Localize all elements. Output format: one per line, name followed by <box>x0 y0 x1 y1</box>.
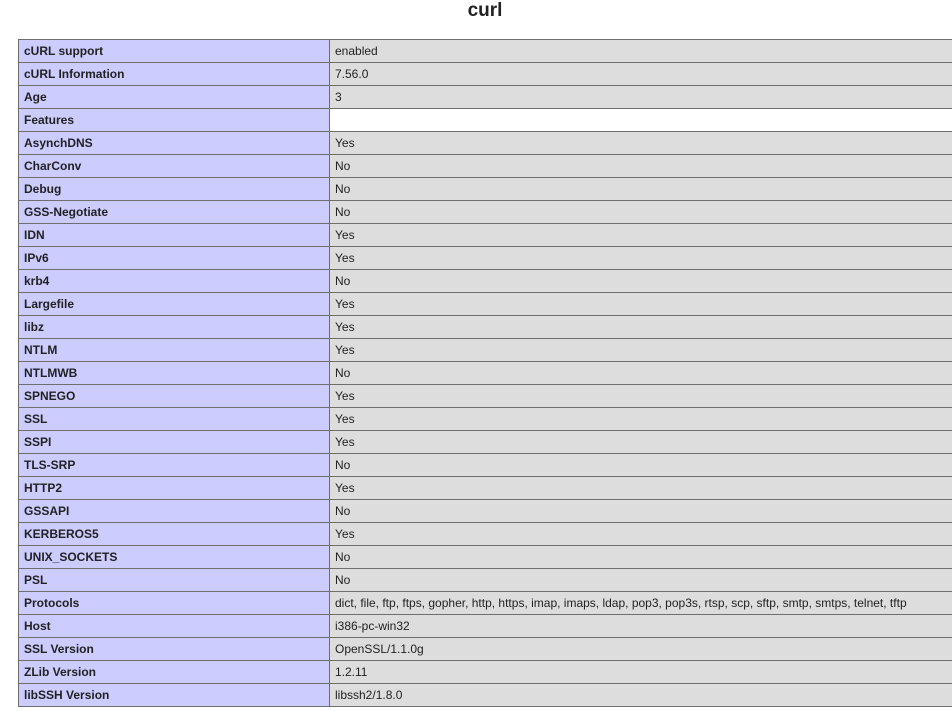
row-key: AsynchDNS <box>18 131 330 155</box>
row-value: 3 <box>329 85 952 109</box>
table-row: NTLM Yes <box>18 338 952 362</box>
table-row: cURL Information 7.56.0 <box>18 62 952 86</box>
table-row: IPv6 Yes <box>18 246 952 270</box>
row-key: UNIX_SOCKETS <box>18 545 330 569</box>
row-value: libssh2/1.8.0 <box>329 683 952 707</box>
row-key: Features <box>18 108 330 132</box>
row-value: Yes <box>329 430 952 454</box>
table-row: Host i386-pc-win32 <box>18 614 952 638</box>
section-title: curl <box>467 0 503 21</box>
row-value: enabled <box>329 39 952 63</box>
row-key: libz <box>18 315 330 339</box>
row-key: NTLM <box>18 338 330 362</box>
row-value: Yes <box>329 131 952 155</box>
row-key: SPNEGO <box>18 384 330 408</box>
row-key: PSL <box>18 568 330 592</box>
table-row: IDN Yes <box>18 223 952 247</box>
row-value: dict, file, ftp, ftps, gopher, http, htt… <box>329 591 952 615</box>
table-body: cURL support enabled cURL Information 7.56.… <box>18 39 952 707</box>
row-value: Yes <box>329 476 952 500</box>
row-key: IDN <box>18 223 330 247</box>
table-row: ZLib Version 1.2.11 <box>18 660 952 684</box>
row-value: No <box>329 361 952 385</box>
table-row: Age 3 <box>18 85 952 109</box>
table-row: libz Yes <box>18 315 952 339</box>
table-row: SSPI Yes <box>18 430 952 454</box>
table-row: libSSH Version libssh2/1.8.0 <box>18 683 952 707</box>
row-key: Protocols <box>18 591 330 615</box>
row-key: HTTP2 <box>18 476 330 500</box>
row-key: SSL Version <box>18 637 330 661</box>
row-key: ZLib Version <box>18 660 330 684</box>
row-value: Yes <box>329 292 952 316</box>
row-value: Yes <box>329 246 952 270</box>
row-key: GSS-Negotiate <box>18 200 330 224</box>
row-value: 1.2.11 <box>329 660 952 684</box>
phpinfo-curl-section: curl cURL support enabled cURL Information… <box>0 0 952 711</box>
row-value: 7.56.0 <box>329 62 952 86</box>
table-row: AsynchDNS Yes <box>18 131 952 155</box>
row-key: libSSH Version <box>18 683 330 707</box>
row-key: SSPI <box>18 430 330 454</box>
row-key: Largefile <box>18 292 330 316</box>
table-row: KERBEROS5 Yes <box>18 522 952 546</box>
row-key: IPv6 <box>18 246 330 270</box>
table-row: HTTP2 Yes <box>18 476 952 500</box>
table-row: Features <box>18 108 952 132</box>
row-value: No <box>329 177 952 201</box>
table-row: UNIX_SOCKETS No <box>18 545 952 569</box>
table-row: Largefile Yes <box>18 292 952 316</box>
row-value: Yes <box>329 384 952 408</box>
row-key: cURL Information <box>18 62 330 86</box>
row-key: TLS-SRP <box>18 453 330 477</box>
row-value: No <box>329 154 952 178</box>
row-value: No <box>329 200 952 224</box>
row-value: Yes <box>329 407 952 431</box>
row-key: cURL support <box>18 39 330 63</box>
row-value: No <box>329 269 952 293</box>
table-row: Protocols dict, file, ftp, ftps, gopher, … <box>18 591 952 615</box>
table-row: GSS-Negotiate No <box>18 200 952 224</box>
row-key: NTLMWB <box>18 361 330 385</box>
row-value: Yes <box>329 522 952 546</box>
table-row: GSSAPI No <box>18 499 952 523</box>
row-key: krb4 <box>18 269 330 293</box>
row-value: Yes <box>329 315 952 339</box>
table-row: CharConv No <box>18 154 952 178</box>
table-row: SPNEGO Yes <box>18 384 952 408</box>
table-row: krb4 No <box>18 269 952 293</box>
table-row: SSL Yes <box>18 407 952 431</box>
table-row: TLS-SRP No <box>18 453 952 477</box>
table-row: NTLMWB No <box>18 361 952 385</box>
row-value <box>329 108 952 132</box>
row-value: No <box>329 453 952 477</box>
table-row: PSL No <box>18 568 952 592</box>
row-value: No <box>329 545 952 569</box>
row-key: Age <box>18 85 330 109</box>
row-value: OpenSSL/1.1.0g <box>329 637 952 661</box>
row-value: No <box>329 499 952 523</box>
table-row: SSL Version OpenSSL/1.1.0g <box>18 637 952 661</box>
curl-info-table: cURL support enabled cURL Information 7.56.… <box>18 39 952 707</box>
table-row: cURL support enabled <box>18 39 952 63</box>
row-key: SSL <box>18 407 330 431</box>
row-value: Yes <box>329 338 952 362</box>
row-key: Debug <box>18 177 330 201</box>
row-value: Yes <box>329 223 952 247</box>
row-key: Host <box>18 614 330 638</box>
row-key: CharConv <box>18 154 330 178</box>
table-row: Debug No <box>18 177 952 201</box>
row-value: i386-pc-win32 <box>329 614 952 638</box>
row-key: GSSAPI <box>18 499 330 523</box>
row-key: KERBEROS5 <box>18 522 330 546</box>
row-value: No <box>329 568 952 592</box>
